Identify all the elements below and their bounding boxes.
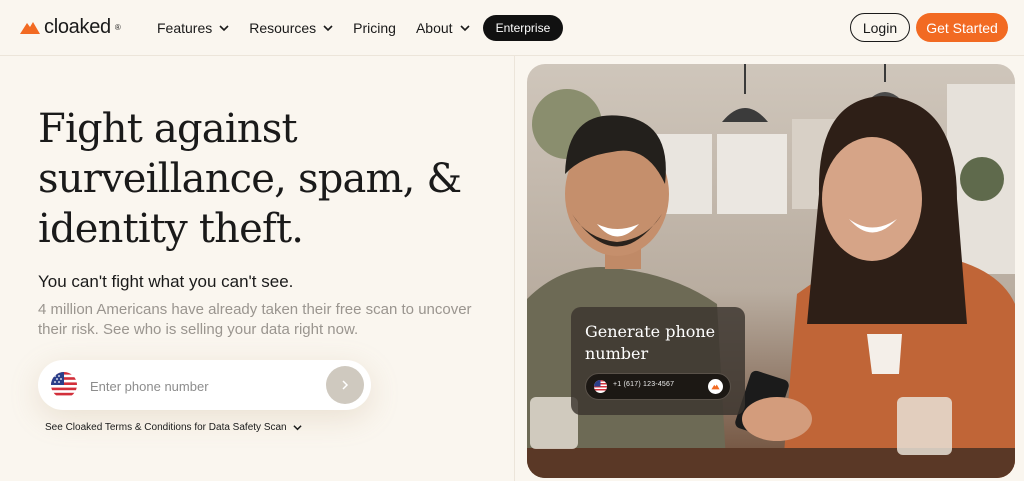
- chevron-down-icon: [459, 25, 470, 32]
- submit-phone-button[interactable]: [326, 366, 364, 404]
- nav-item-label: Pricing: [353, 20, 396, 36]
- registered-mark: ®: [114, 22, 121, 32]
- us-flag-icon[interactable]: [51, 372, 77, 398]
- section-divider: [514, 56, 515, 481]
- generate-phone-card: Generate phone number +1 (617) 123-4567: [571, 307, 745, 415]
- nav-item-label: Features: [157, 20, 213, 36]
- generated-number-pill: +1 (617) 123-4567: [585, 373, 731, 400]
- phone-scan-form: [38, 360, 371, 410]
- cloaked-logo[interactable]: cloaked ®: [19, 16, 121, 38]
- brand-name: cloaked: [44, 15, 111, 38]
- us-flag-icon: [594, 380, 607, 393]
- chevron-down-icon: [293, 425, 302, 431]
- cloaked-logo-icon: [708, 379, 723, 394]
- login-button[interactable]: Login: [850, 13, 910, 42]
- chevron-down-icon: [219, 25, 229, 32]
- nav-item-pricing[interactable]: Pricing: [353, 20, 396, 36]
- terms-toggle[interactable]: See Cloaked Terms & Conditions for Data …: [45, 422, 302, 433]
- hero-photo: [527, 64, 1015, 478]
- nav-item-about[interactable]: About: [416, 20, 470, 36]
- chevron-down-icon: [323, 25, 333, 32]
- top-navigation: cloaked ® Features Resources Pricing Abou…: [0, 0, 1024, 56]
- nav-item-label: Resources: [249, 20, 317, 36]
- cloaked-logo-icon: [20, 22, 40, 34]
- hero-description: 4 million Americans have already taken t…: [38, 301, 472, 338]
- hero-headline: Fight against surveillance, spam, & iden…: [38, 106, 462, 252]
- nav-item-label: About: [415, 20, 453, 36]
- chevron-right-icon: [342, 380, 349, 390]
- nav-item-features[interactable]: Features: [157, 20, 229, 36]
- enterprise-button[interactable]: Enterprise: [482, 15, 564, 41]
- main-menu: Features Resources Pricing About Enterpr…: [157, 0, 564, 56]
- generated-phone-number: +1 (617) 123-4567: [613, 381, 675, 388]
- get-started-button[interactable]: Get Started: [916, 13, 1008, 42]
- terms-label: See Cloaked Terms & Conditions for Data …: [45, 422, 287, 433]
- nav-item-resources[interactable]: Resources: [249, 20, 333, 36]
- card-title: Generate phone number: [585, 322, 716, 363]
- phone-number-input[interactable]: [88, 372, 312, 400]
- hero-subhead: You can't fight what you can't see.: [38, 272, 294, 291]
